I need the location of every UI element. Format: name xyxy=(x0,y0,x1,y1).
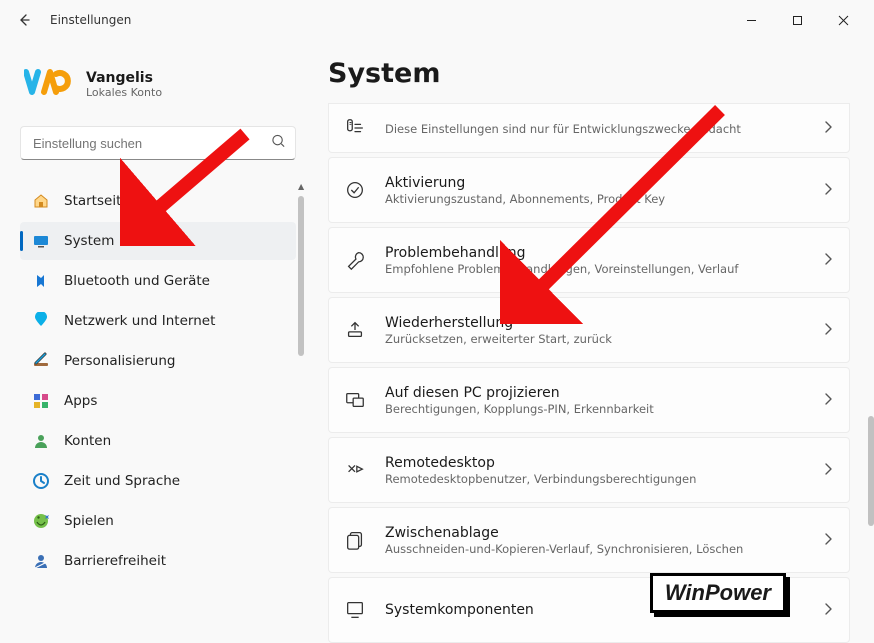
sidebar-item-label: Zeit und Sprache xyxy=(64,473,180,489)
settings-item-aktivierung[interactable]: AktivierungAktivierungszustand, Abonneme… xyxy=(328,157,850,223)
chevron-right-icon xyxy=(823,181,833,200)
nav-icon xyxy=(32,472,50,490)
chevron-right-icon xyxy=(823,119,833,138)
settings-item-remotedesktop[interactable]: RemotedesktopRemotedesktopbenutzer, Verb… xyxy=(328,437,850,503)
nav-icon xyxy=(32,512,50,530)
watermark: WinPower xyxy=(650,573,786,613)
settings-item-icon xyxy=(343,458,367,482)
titlebar: Einstellungen xyxy=(0,0,874,40)
minimize-icon xyxy=(746,15,757,26)
sidebar-item-apps[interactable]: Apps xyxy=(20,382,296,420)
chevron-right-icon xyxy=(823,531,833,550)
sidebar-scrollbar[interactable]: ▲ xyxy=(298,182,304,582)
nav-icon xyxy=(32,272,50,290)
sidebar-item-label: Apps xyxy=(64,393,97,409)
nav-icon xyxy=(32,192,50,210)
minimize-button[interactable] xyxy=(728,4,774,36)
maximize-button[interactable] xyxy=(774,4,820,36)
user-info: Vangelis Lokales Konto xyxy=(24,68,296,100)
user-subtitle: Lokales Konto xyxy=(86,86,162,99)
settings-item-icon xyxy=(343,528,367,552)
sidebar-item-bluetooth-und-ger-te[interactable]: Bluetooth und Geräte xyxy=(20,262,296,300)
nav-icon xyxy=(32,552,50,570)
chevron-right-icon xyxy=(823,321,833,340)
sidebar-item-label: Netzwerk und Internet xyxy=(64,313,215,329)
settings-item-problembehandlung[interactable]: ProblembehandlungEmpfohlene Problembehan… xyxy=(328,227,850,293)
user-name: Vangelis xyxy=(86,70,162,86)
sidebar-item-zeit-und-sprache[interactable]: Zeit und Sprache xyxy=(20,462,296,500)
settings-item-title: Remotedesktop xyxy=(385,455,805,471)
search-input[interactable] xyxy=(20,126,296,160)
nav-icon xyxy=(32,392,50,410)
sidebar-item-barrierefreiheit[interactable]: Barrierefreiheit xyxy=(20,542,296,580)
sidebar-item-system[interactable]: System xyxy=(20,222,296,260)
chevron-right-icon xyxy=(823,251,833,270)
back-button[interactable] xyxy=(8,4,40,36)
scroll-up-icon[interactable]: ▲ xyxy=(298,182,304,192)
settings-item-desc: Aktivierungszustand, Abonnements, Produc… xyxy=(385,192,805,206)
search-icon xyxy=(271,134,286,153)
settings-item-icon xyxy=(343,318,367,342)
settings-item-title: Auf diesen PC projizieren xyxy=(385,385,805,401)
chevron-right-icon xyxy=(823,391,833,410)
sidebar-item-label: Bluetooth und Geräte xyxy=(64,273,210,289)
main-scrollbar[interactable] xyxy=(868,140,874,590)
settings-item-icon xyxy=(343,598,367,622)
main-scroll-thumb[interactable] xyxy=(868,416,874,526)
arrow-left-icon xyxy=(16,12,32,28)
sidebar-item-spielen[interactable]: Spielen xyxy=(20,502,296,540)
settings-item-icon xyxy=(343,116,367,140)
close-button[interactable] xyxy=(820,4,866,36)
search-box[interactable] xyxy=(20,126,296,160)
settings-item-wiederherstellung[interactable]: WiederherstellungZurücksetzen, erweitert… xyxy=(328,297,850,363)
sidebar-item-label: Spielen xyxy=(64,513,114,529)
settings-item-desc: Remotedesktopbenutzer, Verbindungsberech… xyxy=(385,472,805,486)
sidebar-item-label: Barrierefreiheit xyxy=(64,553,166,569)
nav-icon xyxy=(32,232,50,250)
settings-item-desc: Diese Einstellungen sind nur für Entwick… xyxy=(385,122,805,136)
window-title: Einstellungen xyxy=(50,13,131,27)
settings-item-desc: Berechtigungen, Kopplungs-PIN, Erkennbar… xyxy=(385,402,805,416)
sidebar-nav: Startseite System Bluetooth und Geräte Netz… xyxy=(20,182,296,580)
sidebar-item-label: Personalisierung xyxy=(64,353,175,369)
sidebar-item-label: System xyxy=(64,233,114,249)
settings-item-desc: Ausschneiden-und-Kopieren-Verlauf, Synch… xyxy=(385,542,805,556)
sidebar: Vangelis Lokales Konto Startseite System B… xyxy=(0,40,310,617)
settings-item-icon xyxy=(343,248,367,272)
page-heading: System xyxy=(328,58,850,89)
nav-icon xyxy=(32,432,50,450)
settings-list: Diese Einstellungen sind nur für Entwick… xyxy=(328,103,850,643)
settings-item-auf-diesen-pc-projizieren[interactable]: Auf diesen PC projizierenBerechtigungen,… xyxy=(328,367,850,433)
settings-item-title: Problembehandlung xyxy=(385,245,805,261)
sidebar-item-startseite[interactable]: Startseite xyxy=(20,182,296,220)
maximize-icon xyxy=(792,15,803,26)
chevron-right-icon xyxy=(823,461,833,480)
main-panel: System Diese Einstellungen sind nur für … xyxy=(310,40,874,617)
settings-item-icon xyxy=(343,388,367,412)
settings-item-zwischenablage[interactable]: ZwischenablageAusschneiden-und-Kopieren-… xyxy=(328,507,850,573)
settings-item-title: Wiederherstellung xyxy=(385,315,805,331)
sidebar-item-label: Konten xyxy=(64,433,111,449)
window-controls xyxy=(728,4,866,36)
scroll-thumb[interactable] xyxy=(298,196,304,356)
sidebar-item-label: Startseite xyxy=(64,193,130,209)
settings-item-title: Zwischenablage xyxy=(385,525,805,541)
close-icon xyxy=(838,15,849,26)
settings-item-f-r-entwickler[interactable]: Diese Einstellungen sind nur für Entwick… xyxy=(328,103,850,153)
sidebar-item-konten[interactable]: Konten xyxy=(20,422,296,460)
nav-icon xyxy=(32,312,50,330)
settings-item-icon xyxy=(343,178,367,202)
settings-item-desc: Empfohlene Problembehandlungen, Voreinst… xyxy=(385,262,805,276)
settings-item-desc: Zurücksetzen, erweiterter Start, zurück xyxy=(385,332,805,346)
user-avatar xyxy=(24,68,74,100)
sidebar-item-personalisierung[interactable]: Personalisierung xyxy=(20,342,296,380)
sidebar-item-netzwerk-und-internet[interactable]: Netzwerk und Internet xyxy=(20,302,296,340)
settings-item-title: Aktivierung xyxy=(385,175,805,191)
nav-icon xyxy=(32,352,50,370)
